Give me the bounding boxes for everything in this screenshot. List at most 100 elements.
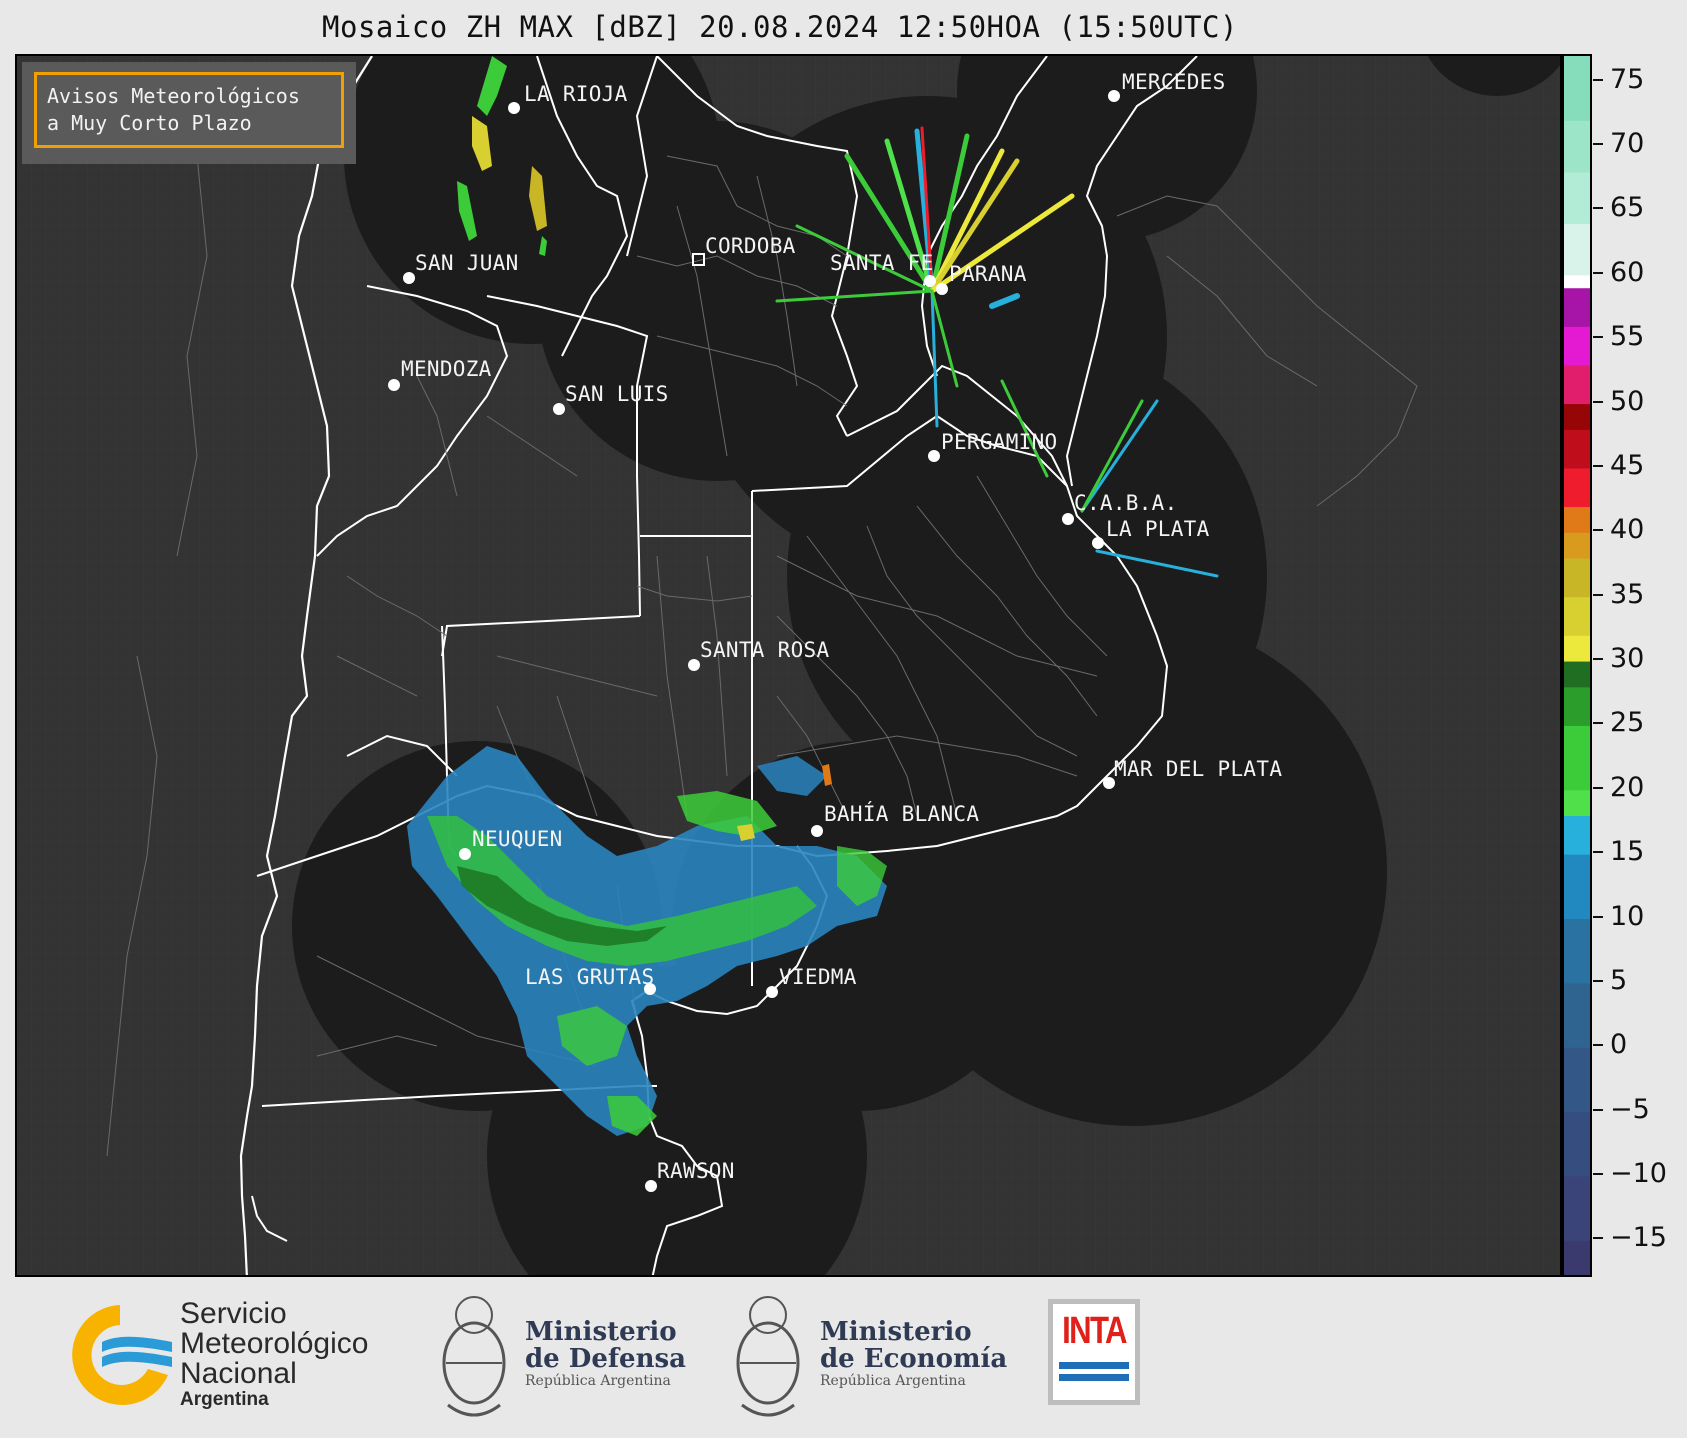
city-label-parana: PARANA	[949, 262, 1027, 286]
colorbar-tick-mark	[1593, 593, 1603, 596]
colorbar-band	[1564, 815, 1590, 855]
colorbar-tick-mark	[1593, 786, 1603, 789]
colorbar-band	[1564, 287, 1590, 327]
colorbar-tick-label: 75	[1610, 63, 1645, 95]
colorbar-tick-label: 20	[1610, 771, 1645, 803]
colorbar-tick-label: 55	[1610, 321, 1645, 353]
city-marker-mercedes	[1108, 90, 1120, 102]
colorbar-tick-label: 35	[1610, 578, 1645, 610]
smn-text-block: Servicio Meteorológico Nacional Argentin…	[180, 1299, 368, 1411]
colorbar-tick-label: 40	[1610, 514, 1645, 546]
colorbar-band	[1564, 56, 1590, 121]
colorbar-tick-label: 65	[1610, 192, 1645, 224]
colorbar-tick-mark	[1593, 400, 1603, 403]
colorbar-band	[1564, 789, 1590, 817]
notice-frame: Avisos Meteorológicos a Muy Corto Plazo	[34, 72, 344, 148]
colorbar-band	[1564, 918, 1590, 984]
colorbar-band	[1564, 1111, 1590, 1177]
colorbar-tick-label: 45	[1610, 449, 1645, 481]
colorbar-band	[1564, 596, 1590, 636]
city-marker-la-rioja	[508, 102, 520, 114]
colorbar-band	[1564, 467, 1590, 508]
city-marker-bahia-blanca	[811, 825, 823, 837]
notice-line-2: a Muy Corto Plazo	[47, 111, 252, 135]
city-label-san-luis: SAN LUIS	[565, 382, 669, 406]
colorbar-band	[1564, 686, 1590, 726]
city-marker-pergamino	[928, 450, 940, 462]
smn-line-2: Meteorológico	[180, 1327, 369, 1360]
colorbar-tick-mark	[1593, 915, 1603, 918]
colorbar-tick-mark	[1593, 207, 1603, 210]
colorbar-band	[1564, 120, 1590, 173]
city-marker-santa-fe	[924, 275, 936, 287]
colorbar-tick-label: 70	[1610, 128, 1645, 160]
colorbar-tick-mark	[1593, 464, 1603, 467]
city-label-neuquen: NEUQUEN	[472, 827, 563, 851]
radar-map[interactable]: LA RIOJA MERCEDES CORDOBA SAN JUAN SANTA…	[15, 54, 1562, 1277]
smn-emblem-icon	[72, 1305, 172, 1405]
colorbar-tick-mark	[1593, 1173, 1603, 1175]
city-marker-parana	[936, 283, 948, 295]
city-label-mercedes: MERCEDES	[1122, 70, 1226, 94]
colorbar-tick-mark	[1593, 1044, 1603, 1047]
colorbar-band	[1564, 364, 1590, 405]
city-label-caba: C.A.B.A.	[1074, 491, 1178, 515]
colorbar-band	[1564, 274, 1590, 289]
inta-text: INTA	[1062, 1310, 1127, 1352]
colorbar-band	[1564, 506, 1590, 533]
colorbar-band	[1564, 532, 1590, 559]
logo-bar: Servicio Meteorológico Nacional Argentin…	[0, 1279, 1687, 1438]
colorbar-band	[1564, 403, 1590, 430]
city-marker-rawson	[645, 1180, 657, 1192]
colorbar-tick-mark	[1593, 529, 1603, 532]
city-marker-caba	[1062, 513, 1074, 525]
colorbar-band	[1564, 854, 1590, 920]
colorbar-tick-label: −5	[1610, 1093, 1650, 1125]
colorbar-tick-label: 0	[1610, 1029, 1628, 1061]
defensa-line-2: de Defensa	[525, 1344, 686, 1374]
colorbar-tick-mark	[1593, 851, 1603, 854]
city-marker-viedma	[766, 986, 778, 998]
city-marker-san-juan	[403, 272, 415, 284]
colorbar-tick-label: 15	[1610, 836, 1645, 868]
colorbar-band	[1564, 223, 1590, 276]
city-marker-san-luis	[553, 403, 565, 415]
colorbar-band	[1564, 558, 1590, 598]
inta-logo: INTA	[1048, 1299, 1140, 1405]
city-label-bahia-blanca: BAHÍA BLANCA	[824, 801, 979, 826]
city-label-la-plata: LA PLATA	[1106, 517, 1210, 541]
city-label-rawson: RAWSON	[657, 1159, 735, 1183]
colorbar-band	[1564, 326, 1590, 366]
colorbar-band	[1564, 661, 1590, 688]
smn-line-3: Nacional	[180, 1357, 297, 1390]
colorbar-band	[1564, 171, 1590, 224]
city-label-mendoza: MENDOZA	[401, 357, 492, 381]
colorbar-tick-mark	[1593, 722, 1603, 725]
colorbar-tick-mark	[1593, 78, 1603, 81]
defensa-text-block: Ministerio de Defensa República Argentin…	[525, 1319, 686, 1390]
city-label-pergamino: PERGAMINO	[941, 430, 1058, 454]
city-label-las-grutas: LAS GRUTAS	[525, 965, 654, 989]
city-marker-santa-rosa	[688, 659, 700, 671]
colorbar-tick-label: 30	[1610, 643, 1645, 675]
colorbar-band	[1564, 982, 1590, 1048]
city-marker-neuquen	[459, 848, 471, 860]
colorbar-tick-label: 50	[1610, 385, 1645, 417]
colorbar-tick-mark	[1593, 143, 1603, 146]
city-label-mar-del-plata: MAR DEL PLATA	[1114, 757, 1282, 781]
city-label-viedma: VIEDMA	[779, 965, 857, 989]
economia-crest-icon	[732, 1285, 804, 1425]
colorbar-tick-mark	[1593, 979, 1603, 982]
city-label-san-juan: SAN JUAN	[415, 251, 519, 275]
colorbar-band	[1564, 1176, 1590, 1241]
city-label-santa-rosa: SANTA ROSA	[700, 638, 829, 662]
smn-logo	[62, 1297, 182, 1412]
colorbar-tick-label: −10	[1610, 1158, 1667, 1189]
notice-box: Avisos Meteorológicos a Muy Corto Plazo	[22, 62, 356, 164]
city-label-la-rioja: LA RIOJA	[524, 82, 628, 106]
city-marker-la-plata	[1092, 537, 1104, 549]
city-marker-mendoza	[388, 379, 400, 391]
colorbar-tick-mark	[1593, 271, 1603, 274]
economia-line-2: de Economía	[820, 1344, 1008, 1374]
notice-line-1: Avisos Meteorológicos	[47, 84, 300, 108]
